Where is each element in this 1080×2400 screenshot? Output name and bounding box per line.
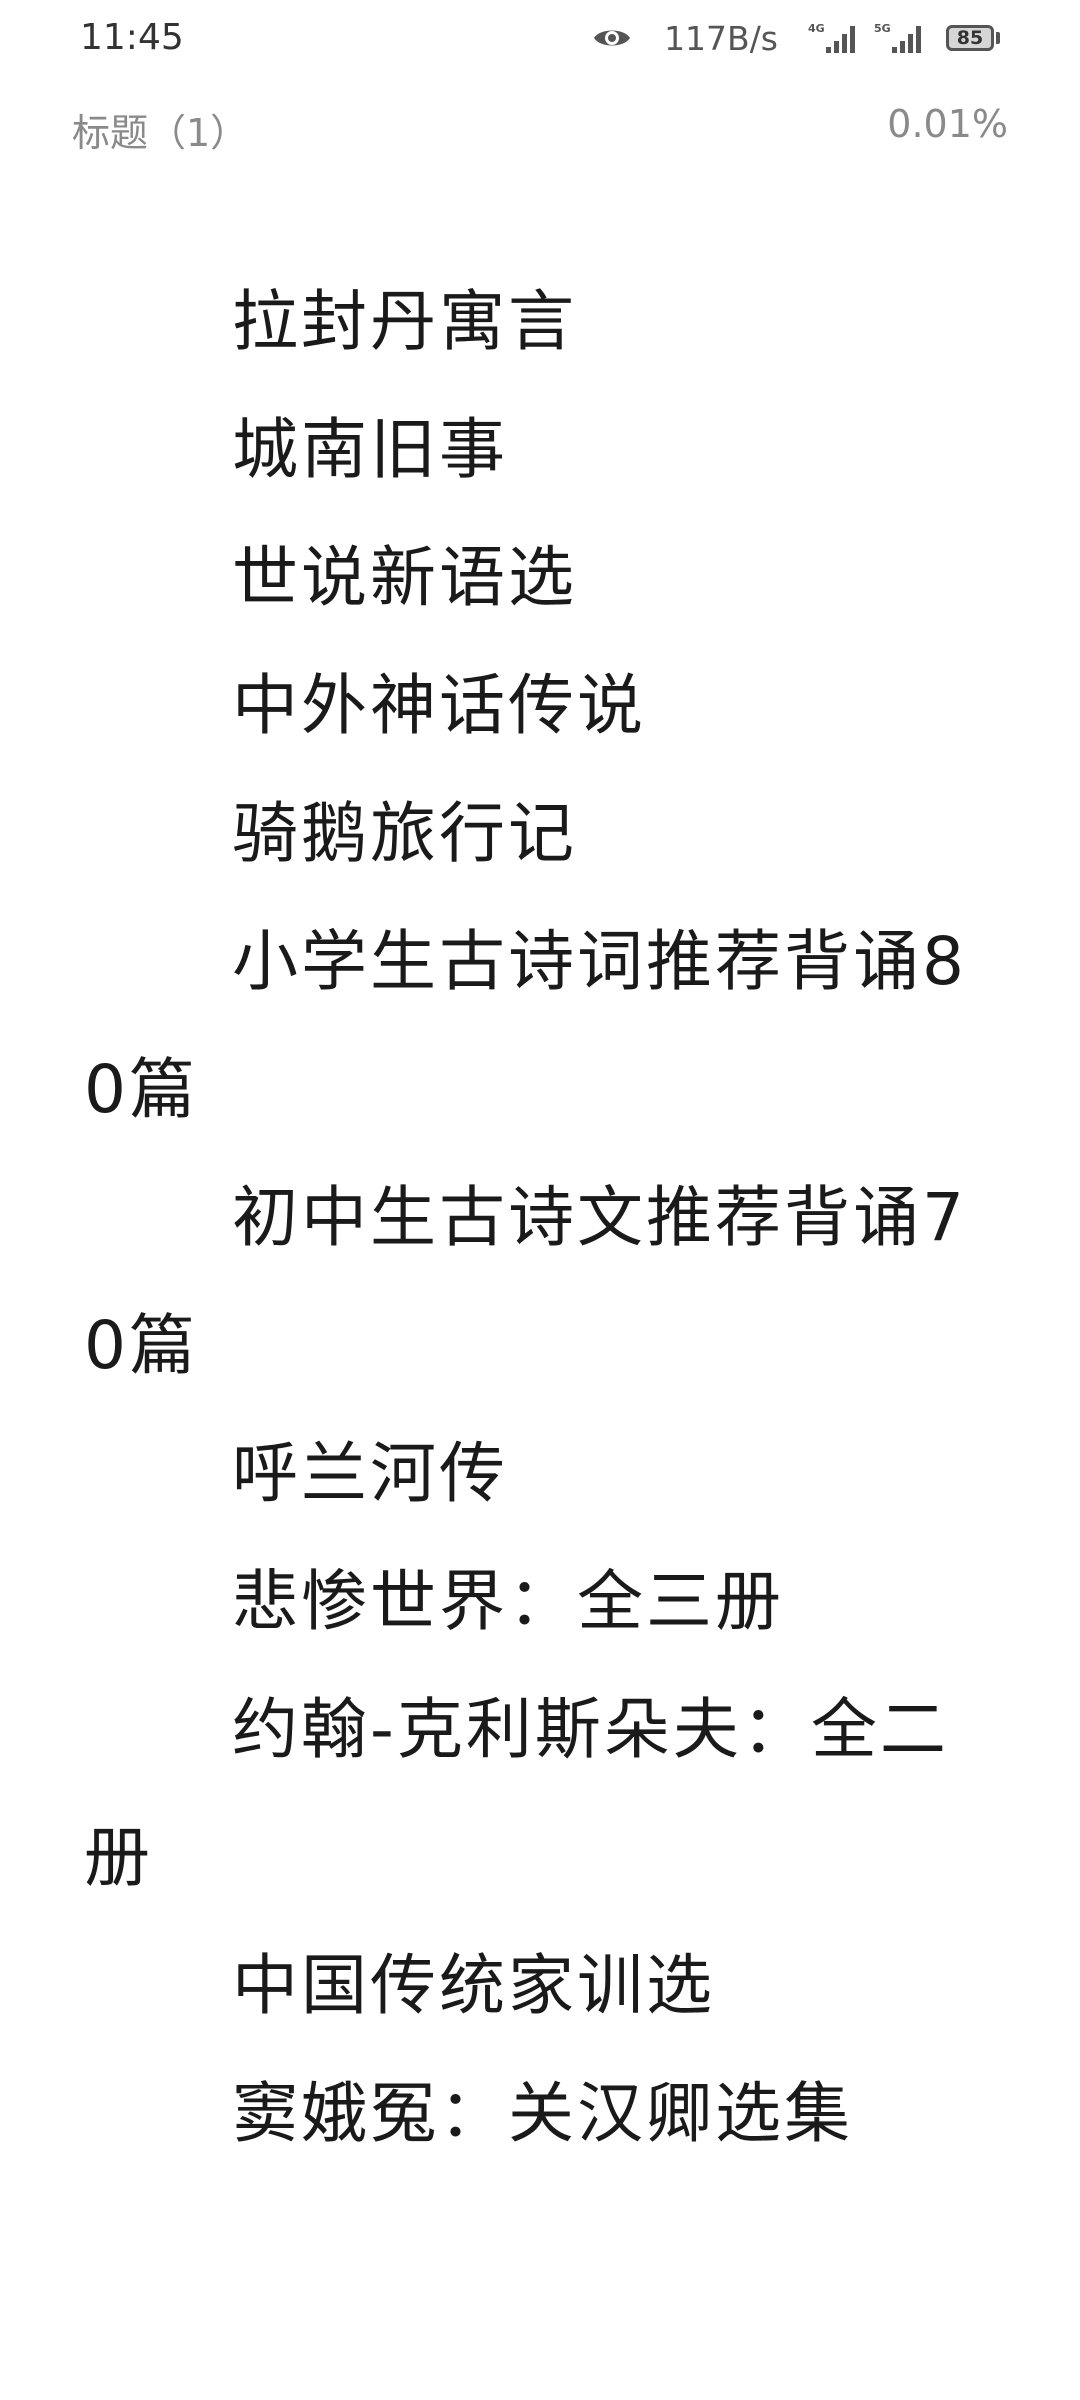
paragraph: 初中生古诗文推荐背诵70篇	[84, 1179, 967, 1384]
battery-cap	[996, 32, 1000, 44]
reader-content[interactable]: 拉封丹寓言 城南旧事 世说新语选 中外神话传说 骑鹅旅行记 小学生古诗词推荐背诵…	[84, 258, 1004, 2178]
signal-5g-icon: 5G	[874, 22, 921, 53]
paragraph: 约翰-克利斯朵夫：全二册	[84, 1691, 949, 1896]
paragraph: 城南旧事	[232, 411, 508, 488]
chapter-title: 标题（1）	[72, 111, 249, 155]
status-time: 11:45	[80, 17, 184, 58]
paragraph: 世说新语选	[232, 539, 577, 616]
paragraph: 中国传统家训选	[232, 1947, 715, 2024]
reader-header: 标题（1） 0.01%	[0, 96, 1080, 160]
paragraph: 呼兰河传	[232, 1435, 508, 1512]
reading-progress: 0.01%	[887, 102, 1008, 146]
status-bar: 11:45 117B/s 4G 5G 85	[0, 0, 1080, 76]
signal-4g-label: 4G	[808, 22, 825, 35]
paragraph: 骑鹅旅行记	[232, 795, 577, 872]
paragraph: 窦娥冤：关汉卿选集	[232, 2075, 853, 2152]
signal-5g-label: 5G	[874, 22, 891, 35]
network-speed: 117B/s	[664, 18, 778, 58]
battery-level: 85	[946, 25, 994, 51]
paragraph: 悲惨世界：全三册	[232, 1563, 784, 1640]
paragraph: 小学生古诗词推荐背诵80篇	[84, 923, 967, 1128]
paragraph: 拉封丹寓言	[232, 283, 577, 360]
status-icons: 117B/s 4G 5G 85	[592, 14, 1000, 62]
paragraph: 中外神话传说	[232, 667, 646, 744]
eye-icon	[594, 30, 631, 46]
signal-4g-icon: 4G	[808, 22, 855, 53]
battery-icon: 85	[946, 25, 1000, 51]
